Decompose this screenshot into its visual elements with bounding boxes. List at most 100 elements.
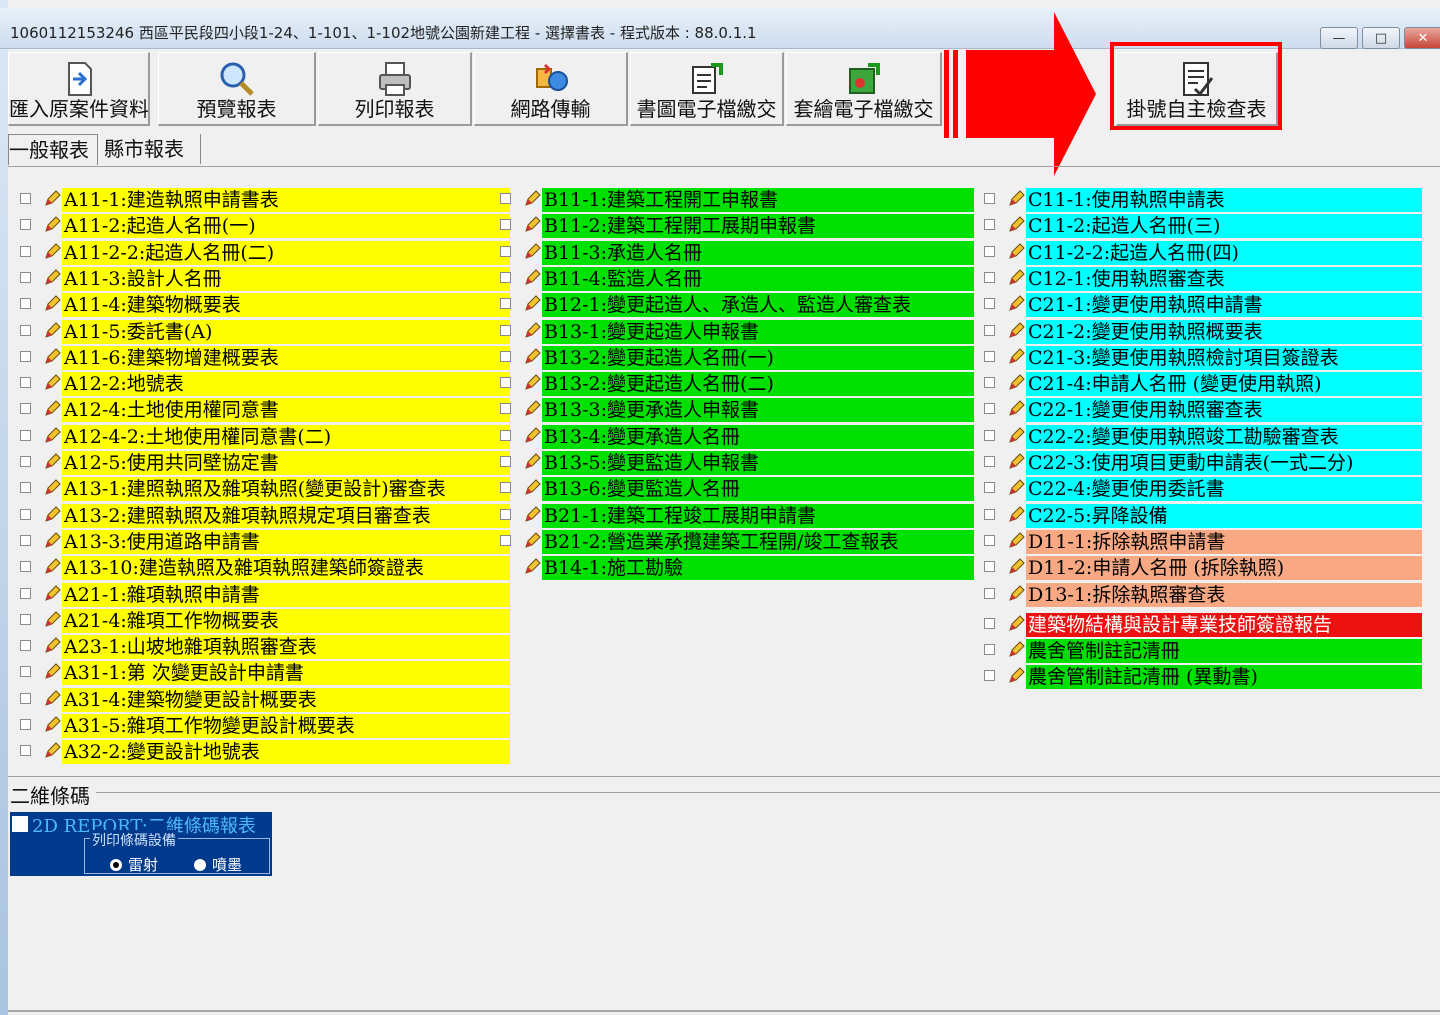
- report-checkbox[interactable]: [984, 535, 995, 546]
- report-checkbox[interactable]: [500, 509, 511, 520]
- pencil-edit-icon[interactable]: [1006, 294, 1026, 314]
- pencil-edit-icon[interactable]: [42, 741, 62, 761]
- report-item[interactable]: A11-6:建築物增建概要表: [20, 345, 518, 370]
- pencil-edit-icon[interactable]: [1006, 373, 1026, 393]
- pencil-edit-icon[interactable]: [42, 189, 62, 209]
- report-item[interactable]: A32-2:變更設計地號表: [20, 739, 518, 764]
- report-checkbox[interactable]: [984, 351, 995, 362]
- radio-laser[interactable]: 雷射: [110, 854, 158, 875]
- pencil-edit-icon[interactable]: [1006, 640, 1026, 660]
- maximize-button[interactable]: □: [1362, 27, 1400, 49]
- report-item[interactable]: A12-4-2:土地使用權同意書(二): [20, 424, 518, 449]
- report-checkbox[interactable]: [20, 745, 31, 756]
- report-item[interactable]: A12-2:地號表: [20, 371, 518, 396]
- report-checkbox[interactable]: [984, 430, 995, 441]
- pencil-edit-icon[interactable]: [1006, 478, 1026, 498]
- pencil-edit-icon[interactable]: [1006, 557, 1026, 577]
- report-item[interactable]: C11-1:使用執照申請表: [984, 187, 1430, 212]
- report-checkbox[interactable]: [20, 377, 31, 388]
- report-checkbox[interactable]: [984, 219, 995, 230]
- report-checkbox[interactable]: [984, 403, 995, 414]
- pencil-edit-icon[interactable]: [522, 268, 542, 288]
- report-checkbox[interactable]: [984, 193, 995, 204]
- report-checkbox[interactable]: [984, 246, 995, 257]
- close-button[interactable]: ✕: [1404, 27, 1440, 49]
- report-checkbox[interactable]: [500, 535, 511, 546]
- report-item[interactable]: C22-4:變更使用委託書: [984, 476, 1430, 501]
- pencil-edit-icon[interactable]: [1006, 614, 1026, 634]
- report-item[interactable]: B13-2:變更起造人名冊(一): [500, 345, 982, 370]
- pencil-edit-icon[interactable]: [1006, 399, 1026, 419]
- report-checkbox[interactable]: [984, 618, 995, 629]
- report-item[interactable]: B13-1:變更起造人申報書: [500, 319, 982, 344]
- report-item[interactable]: 農舍管制註記清冊: [984, 638, 1430, 663]
- report-checkbox[interactable]: [500, 193, 511, 204]
- report-checkbox[interactable]: [20, 482, 31, 493]
- report-item[interactable]: A11-5:委託書(A): [20, 319, 518, 344]
- report-item[interactable]: A13-3:使用道路申請書: [20, 529, 518, 554]
- pencil-edit-icon[interactable]: [1006, 452, 1026, 472]
- report-checkbox[interactable]: [500, 246, 511, 257]
- report-item[interactable]: D13-1:拆除執照審查表: [984, 582, 1430, 607]
- pencil-edit-icon[interactable]: [1006, 531, 1026, 551]
- pencil-edit-icon[interactable]: [42, 584, 62, 604]
- pencil-edit-icon[interactable]: [522, 189, 542, 209]
- report-checkbox[interactable]: [20, 430, 31, 441]
- pencil-edit-icon[interactable]: [522, 478, 542, 498]
- pencil-edit-icon[interactable]: [42, 531, 62, 551]
- pencil-edit-icon[interactable]: [42, 478, 62, 498]
- print-report-button[interactable]: 列印報表: [318, 52, 472, 126]
- pencil-edit-icon[interactable]: [1006, 215, 1026, 235]
- tab-county-reports[interactable]: 縣市報表: [104, 134, 201, 164]
- report-checkbox[interactable]: [20, 693, 31, 704]
- report-item[interactable]: D11-1:拆除執照申請書: [984, 529, 1430, 554]
- tab-general-reports[interactable]: 一般報表: [8, 134, 98, 165]
- report-checkbox[interactable]: [20, 666, 31, 677]
- pencil-edit-icon[interactable]: [522, 242, 542, 262]
- pencil-edit-icon[interactable]: [42, 426, 62, 446]
- pencil-edit-icon[interactable]: [42, 321, 62, 341]
- report-checkbox[interactable]: [984, 272, 995, 283]
- report-item[interactable]: C22-5:昇降設備: [984, 503, 1430, 528]
- pencil-edit-icon[interactable]: [522, 321, 542, 341]
- report-checkbox[interactable]: [20, 561, 31, 572]
- report-item[interactable]: B11-4:監造人名冊: [500, 266, 982, 291]
- report-checkbox[interactable]: [984, 561, 995, 572]
- pencil-edit-icon[interactable]: [1006, 505, 1026, 525]
- report-item[interactable]: B13-3:變更承造人申報書: [500, 397, 982, 422]
- report-item[interactable]: B11-1:建築工程開工申報書: [500, 187, 982, 212]
- pencil-edit-icon[interactable]: [42, 452, 62, 472]
- report-item[interactable]: C22-3:使用項目更動申請表(一式二分): [984, 450, 1430, 475]
- pencil-edit-icon[interactable]: [42, 268, 62, 288]
- report-checkbox[interactable]: [20, 219, 31, 230]
- report-item[interactable]: A13-2:建照執照及雜項執照規定項目審查表: [20, 503, 518, 528]
- report-item[interactable]: B13-5:變更監造人申報書: [500, 450, 982, 475]
- report-item[interactable]: C21-1:變更使用執照申請書: [984, 292, 1430, 317]
- report-item[interactable]: A11-2:起造人名冊(一): [20, 213, 518, 238]
- pencil-edit-icon[interactable]: [42, 636, 62, 656]
- pencil-edit-icon[interactable]: [1006, 426, 1026, 446]
- submit-overlay-files-button[interactable]: 套繪電子檔繳交: [786, 52, 942, 126]
- report-item[interactable]: B11-2:建築工程開工展期申報書: [500, 213, 982, 238]
- report-checkbox[interactable]: [20, 272, 31, 283]
- report-checkbox[interactable]: [500, 325, 511, 336]
- report-item[interactable]: B13-4:變更承造人名冊: [500, 424, 982, 449]
- report-checkbox[interactable]: [20, 588, 31, 599]
- report-item[interactable]: A11-4:建築物概要表: [20, 292, 518, 317]
- report-checkbox[interactable]: [20, 298, 31, 309]
- report-item[interactable]: A21-4:雜項工作物概要表: [20, 608, 518, 633]
- report-item[interactable]: 建築物結構與設計專業技師簽證報告: [984, 612, 1430, 637]
- report-item[interactable]: C11-2-2:起造人名冊(四): [984, 240, 1430, 265]
- report-checkbox[interactable]: [20, 535, 31, 546]
- report-item[interactable]: A12-4:土地使用權同意書: [20, 397, 518, 422]
- report-item[interactable]: B14-1:施工勘驗: [500, 555, 982, 580]
- report-checkbox[interactable]: [500, 272, 511, 283]
- report-checkbox[interactable]: [984, 588, 995, 599]
- report-item[interactable]: A21-1:雜項執照申請書: [20, 582, 518, 607]
- report-checkbox[interactable]: [984, 377, 995, 388]
- pencil-edit-icon[interactable]: [522, 557, 542, 577]
- pencil-edit-icon[interactable]: [1006, 666, 1026, 686]
- report-item[interactable]: B21-1:建築工程竣工展期申請書: [500, 503, 982, 528]
- report-item[interactable]: A13-10:建造執照及雜項執照建築師簽證表: [20, 555, 518, 580]
- report-checkbox[interactable]: [20, 246, 31, 257]
